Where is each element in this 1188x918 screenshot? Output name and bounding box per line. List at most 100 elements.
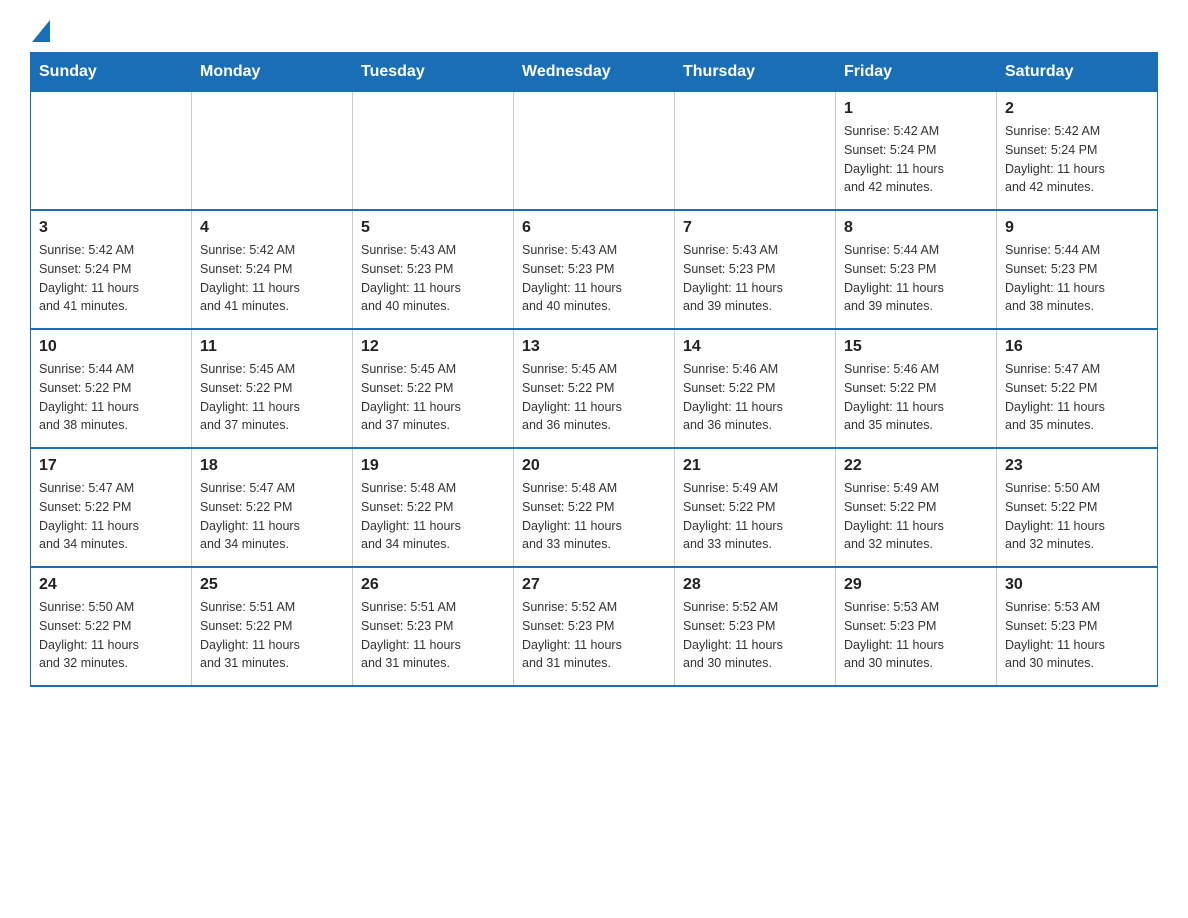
calendar-cell: 13 Sunrise: 5:45 AMSunset: 5:22 PMDayligh… bbox=[514, 329, 675, 448]
day-info: Sunrise: 5:48 AMSunset: 5:22 PMDaylight:… bbox=[361, 479, 505, 554]
weekday-header-wednesday: Wednesday bbox=[514, 53, 675, 92]
day-info: Sunrise: 5:44 AMSunset: 5:23 PMDaylight:… bbox=[1005, 241, 1149, 316]
calendar-cell bbox=[353, 92, 514, 211]
calendar-cell: 16 Sunrise: 5:47 AMSunset: 5:22 PMDayligh… bbox=[997, 329, 1158, 448]
calendar-cell: 7Sunrise: 5:43 AMSunset: 5:23 PMDaylight… bbox=[675, 210, 836, 329]
day-info: Sunrise: 5:51 AMSunset: 5:22 PMDaylight:… bbox=[200, 598, 344, 673]
calendar-cell: 23 Sunrise: 5:50 AMSunset: 5:22 PMDayligh… bbox=[997, 448, 1158, 567]
calendar-cell: 25 Sunrise: 5:51 AMSunset: 5:22 PMDayligh… bbox=[192, 567, 353, 686]
day-info: Sunrise: 5:42 AMSunset: 5:24 PMDaylight:… bbox=[200, 241, 344, 316]
day-number: 18 bbox=[200, 457, 344, 475]
day-number: 16 bbox=[1005, 338, 1149, 356]
day-info: Sunrise: 5:45 AMSunset: 5:22 PMDaylight:… bbox=[522, 360, 666, 435]
day-number: 15 bbox=[844, 338, 988, 356]
calendar-cell: 3 Sunrise: 5:42 AMSunset: 5:24 PMDaylight… bbox=[31, 210, 192, 329]
calendar-cell: 5Sunrise: 5:43 AMSunset: 5:23 PMDaylight… bbox=[353, 210, 514, 329]
calendar-body: 1 Sunrise: 5:42 AMSunset: 5:24 PMDaylight… bbox=[31, 92, 1158, 687]
day-number: 13 bbox=[522, 338, 666, 356]
day-info: Sunrise: 5:42 AMSunset: 5:24 PMDaylight:… bbox=[39, 241, 183, 316]
calendar-cell: 9 Sunrise: 5:44 AMSunset: 5:23 PMDaylight… bbox=[997, 210, 1158, 329]
day-number: 10 bbox=[39, 338, 183, 356]
day-number: 26 bbox=[361, 576, 505, 594]
day-info: Sunrise: 5:47 AMSunset: 5:22 PMDaylight:… bbox=[200, 479, 344, 554]
logo bbox=[30, 20, 50, 42]
day-info: Sunrise: 5:53 AMSunset: 5:23 PMDaylight:… bbox=[844, 598, 988, 673]
day-number: 19 bbox=[361, 457, 505, 475]
day-info: Sunrise: 5:45 AMSunset: 5:22 PMDaylight:… bbox=[200, 360, 344, 435]
calendar-cell: 22 Sunrise: 5:49 AMSunset: 5:22 PMDayligh… bbox=[836, 448, 997, 567]
day-number: 4 bbox=[200, 219, 344, 237]
day-number: 11 bbox=[200, 338, 344, 356]
day-info: Sunrise: 5:48 AMSunset: 5:22 PMDaylight:… bbox=[522, 479, 666, 554]
calendar-cell: 26 Sunrise: 5:51 AMSunset: 5:23 PMDayligh… bbox=[353, 567, 514, 686]
calendar-cell bbox=[675, 92, 836, 211]
calendar-cell: 29 Sunrise: 5:53 AMSunset: 5:23 PMDayligh… bbox=[836, 567, 997, 686]
day-number: 24 bbox=[39, 576, 183, 594]
calendar-cell: 2Sunrise: 5:42 AMSunset: 5:24 PMDaylight… bbox=[997, 92, 1158, 211]
weekday-header-tuesday: Tuesday bbox=[353, 53, 514, 92]
day-info: Sunrise: 5:44 AMSunset: 5:23 PMDaylight:… bbox=[844, 241, 988, 316]
day-number: 30 bbox=[1005, 576, 1149, 594]
calendar-cell: 24 Sunrise: 5:50 AMSunset: 5:22 PMDayligh… bbox=[31, 567, 192, 686]
header bbox=[30, 20, 1158, 42]
day-info: Sunrise: 5:49 AMSunset: 5:22 PMDaylight:… bbox=[683, 479, 827, 554]
calendar-cell: 1 Sunrise: 5:42 AMSunset: 5:24 PMDaylight… bbox=[836, 92, 997, 211]
day-number: 29 bbox=[844, 576, 988, 594]
calendar-cell: 12Sunrise: 5:45 AMSunset: 5:22 PMDayligh… bbox=[353, 329, 514, 448]
calendar-cell: 17 Sunrise: 5:47 AMSunset: 5:22 PMDayligh… bbox=[31, 448, 192, 567]
day-info: Sunrise: 5:44 AMSunset: 5:22 PMDaylight:… bbox=[39, 360, 183, 435]
calendar-cell: 8 Sunrise: 5:44 AMSunset: 5:23 PMDaylight… bbox=[836, 210, 997, 329]
day-number: 21 bbox=[683, 457, 827, 475]
day-number: 17 bbox=[39, 457, 183, 475]
weekday-header-friday: Friday bbox=[836, 53, 997, 92]
logo-triangle-icon bbox=[32, 20, 50, 42]
day-number: 22 bbox=[844, 457, 988, 475]
calendar-cell bbox=[192, 92, 353, 211]
day-info: Sunrise: 5:42 AMSunset: 5:24 PMDaylight:… bbox=[844, 122, 988, 197]
day-info: Sunrise: 5:47 AMSunset: 5:22 PMDaylight:… bbox=[1005, 360, 1149, 435]
day-info: Sunrise: 5:43 AMSunset: 5:23 PMDaylight:… bbox=[522, 241, 666, 316]
day-number: 8 bbox=[844, 219, 988, 237]
calendar-week-row: 1 Sunrise: 5:42 AMSunset: 5:24 PMDaylight… bbox=[31, 92, 1158, 211]
weekday-header-row: SundayMondayTuesdayWednesdayThursdayFrid… bbox=[31, 53, 1158, 92]
day-info: Sunrise: 5:52 AMSunset: 5:23 PMDaylight:… bbox=[522, 598, 666, 673]
calendar-cell bbox=[31, 92, 192, 211]
day-info: Sunrise: 5:49 AMSunset: 5:22 PMDaylight:… bbox=[844, 479, 988, 554]
calendar-cell: 27 Sunrise: 5:52 AMSunset: 5:23 PMDayligh… bbox=[514, 567, 675, 686]
day-info: Sunrise: 5:50 AMSunset: 5:22 PMDaylight:… bbox=[1005, 479, 1149, 554]
calendar-week-row: 24 Sunrise: 5:50 AMSunset: 5:22 PMDayligh… bbox=[31, 567, 1158, 686]
calendar-week-row: 10 Sunrise: 5:44 AMSunset: 5:22 PMDayligh… bbox=[31, 329, 1158, 448]
day-info: Sunrise: 5:47 AMSunset: 5:22 PMDaylight:… bbox=[39, 479, 183, 554]
calendar-cell bbox=[514, 92, 675, 211]
calendar-cell: 30Sunrise: 5:53 AMSunset: 5:23 PMDayligh… bbox=[997, 567, 1158, 686]
day-number: 20 bbox=[522, 457, 666, 475]
calendar-table: SundayMondayTuesdayWednesdayThursdayFrid… bbox=[30, 52, 1158, 687]
weekday-header-saturday: Saturday bbox=[997, 53, 1158, 92]
day-number: 9 bbox=[1005, 219, 1149, 237]
day-number: 6 bbox=[522, 219, 666, 237]
weekday-header-sunday: Sunday bbox=[31, 53, 192, 92]
calendar-cell: 20 Sunrise: 5:48 AMSunset: 5:22 PMDayligh… bbox=[514, 448, 675, 567]
day-info: Sunrise: 5:51 AMSunset: 5:23 PMDaylight:… bbox=[361, 598, 505, 673]
calendar-cell: 10 Sunrise: 5:44 AMSunset: 5:22 PMDayligh… bbox=[31, 329, 192, 448]
calendar-week-row: 17 Sunrise: 5:47 AMSunset: 5:22 PMDayligh… bbox=[31, 448, 1158, 567]
day-number: 2 bbox=[1005, 100, 1149, 118]
day-info: Sunrise: 5:45 AMSunset: 5:22 PMDaylight:… bbox=[361, 360, 505, 435]
calendar-cell: 21 Sunrise: 5:49 AMSunset: 5:22 PMDayligh… bbox=[675, 448, 836, 567]
day-info: Sunrise: 5:50 AMSunset: 5:22 PMDaylight:… bbox=[39, 598, 183, 673]
day-number: 3 bbox=[39, 219, 183, 237]
calendar-week-row: 3 Sunrise: 5:42 AMSunset: 5:24 PMDaylight… bbox=[31, 210, 1158, 329]
day-info: Sunrise: 5:43 AMSunset: 5:23 PMDaylight:… bbox=[683, 241, 827, 316]
calendar-cell: 11 Sunrise: 5:45 AMSunset: 5:22 PMDayligh… bbox=[192, 329, 353, 448]
day-info: Sunrise: 5:52 AMSunset: 5:23 PMDaylight:… bbox=[683, 598, 827, 673]
day-number: 28 bbox=[683, 576, 827, 594]
day-number: 1 bbox=[844, 100, 988, 118]
weekday-header-thursday: Thursday bbox=[675, 53, 836, 92]
day-number: 23 bbox=[1005, 457, 1149, 475]
calendar-cell: 19 Sunrise: 5:48 AMSunset: 5:22 PMDayligh… bbox=[353, 448, 514, 567]
day-info: Sunrise: 5:46 AMSunset: 5:22 PMDaylight:… bbox=[844, 360, 988, 435]
day-number: 27 bbox=[522, 576, 666, 594]
calendar-cell: 18 Sunrise: 5:47 AMSunset: 5:22 PMDayligh… bbox=[192, 448, 353, 567]
day-number: 25 bbox=[200, 576, 344, 594]
calendar-cell: 28 Sunrise: 5:52 AMSunset: 5:23 PMDayligh… bbox=[675, 567, 836, 686]
